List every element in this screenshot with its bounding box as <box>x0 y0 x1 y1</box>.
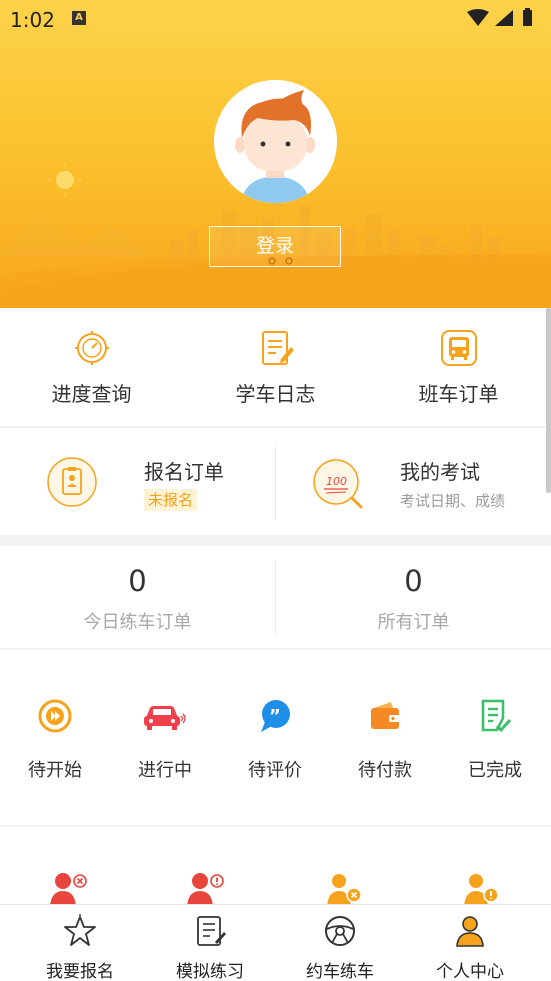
nav-profile[interactable]: 个人中心 <box>405 905 535 981</box>
orders-exam-cards: 报名订单 未报名 100 我的考试 考试日期、成绩 <box>0 427 551 535</box>
battery-icon <box>523 10 532 26</box>
nav-signup[interactable]: 我要报名 <box>15 905 145 981</box>
nav-label: 约车练车 <box>306 962 374 981</box>
status-label: 已完成 <box>468 760 522 781</box>
my-exam-card[interactable]: 100 我的考试 考试日期、成绩 <box>276 428 551 536</box>
coach-alert-icon[interactable] <box>185 871 225 906</box>
progress-icon <box>75 331 109 365</box>
quick-action-label: 进度查询 <box>51 382 132 406</box>
status-icons <box>465 8 543 32</box>
signup-status-badge: 未报名 <box>144 489 198 511</box>
document-check-icon <box>481 699 512 733</box>
signup-order-title: 报名订单 <box>144 460 224 484</box>
star-icon <box>64 914 96 946</box>
status-label: 待评价 <box>248 760 302 781</box>
my-exam-subtitle: 考试日期、成绩 <box>400 492 506 510</box>
status-bar: 1:02 A <box>0 0 551 38</box>
status-label: 待开始 <box>28 760 82 781</box>
wifi-icon <box>467 9 489 26</box>
avatar-illustration <box>214 80 337 203</box>
nav-book-practice[interactable]: 约车练车 <box>275 905 405 981</box>
quick-actions-row: 进度查询 学车日志 班车订单 <box>0 308 551 426</box>
nav-label: 我要报名 <box>46 962 114 981</box>
car-icon <box>144 706 186 730</box>
order-counts: 0 今日练车订单 0 所有订单 <box>0 546 551 648</box>
notebook-icon <box>262 331 294 365</box>
person-icon <box>456 916 484 947</box>
scrollbar[interactable] <box>546 308 551 493</box>
quick-action-log[interactable]: 学车日志 <box>184 308 367 426</box>
today-orders[interactable]: 0 今日练车订单 <box>0 546 275 648</box>
nav-label: 个人中心 <box>436 962 504 981</box>
signal-icon <box>495 10 513 26</box>
status-pending-review[interactable]: ” 待评价 <box>220 650 330 826</box>
student-alert-icon[interactable] <box>463 871 503 906</box>
status-label: 待付款 <box>358 760 412 781</box>
order-status-row: 待开始 进行中 ” 待评价 待付款 已完成 <box>0 649 551 825</box>
play-icon <box>38 699 72 733</box>
today-orders-count: 0 <box>128 564 147 598</box>
all-orders-label: 所有订单 <box>377 612 450 633</box>
student-cancel-icon[interactable] <box>326 871 366 906</box>
steering-wheel-icon <box>325 916 355 946</box>
wallet-icon <box>371 702 400 729</box>
avatar[interactable] <box>214 80 337 203</box>
status-completed[interactable]: 已完成 <box>440 650 550 826</box>
quick-action-progress[interactable]: 进度查询 <box>0 308 183 426</box>
signup-order-card[interactable]: 报名订单 未报名 <box>0 428 275 536</box>
my-exam-title: 我的考试 <box>400 460 480 484</box>
quick-action-label: 学车日志 <box>235 382 316 406</box>
today-orders-label: 今日练车订单 <box>83 612 192 633</box>
carousel-dots <box>268 257 293 265</box>
svg-text:100: 100 <box>326 475 347 488</box>
status-pending-start[interactable]: 待开始 <box>0 650 110 826</box>
nav-practice[interactable]: 模拟练习 <box>145 905 275 981</box>
bus-icon <box>441 330 477 366</box>
bottom-navigation: 我要报名 模拟练习 约车练车 个人中心 <box>0 904 551 981</box>
coach-row <box>0 826 551 906</box>
exam-paper-icon <box>197 916 226 946</box>
comment-icon: ” <box>261 700 290 732</box>
quick-action-bus[interactable]: 班车订单 <box>367 308 550 426</box>
notification-icon: A <box>72 11 86 25</box>
all-orders[interactable]: 0 所有订单 <box>276 546 551 648</box>
quick-action-label: 班车订单 <box>418 382 499 406</box>
status-in-progress[interactable]: 进行中 <box>110 650 220 826</box>
all-orders-count: 0 <box>404 564 423 598</box>
status-label: 进行中 <box>138 760 192 781</box>
nav-label: 模拟练习 <box>176 962 244 981</box>
svg-text:”: ” <box>269 706 281 727</box>
coach-cancel-icon[interactable] <box>48 871 88 906</box>
exam-score-icon: 100 <box>313 459 363 509</box>
id-card-icon <box>47 457 97 507</box>
status-pending-payment[interactable]: 待付款 <box>330 650 440 826</box>
profile-header: 1:02 A 登录 <box>0 0 551 308</box>
status-time: 1:02 <box>10 8 55 32</box>
